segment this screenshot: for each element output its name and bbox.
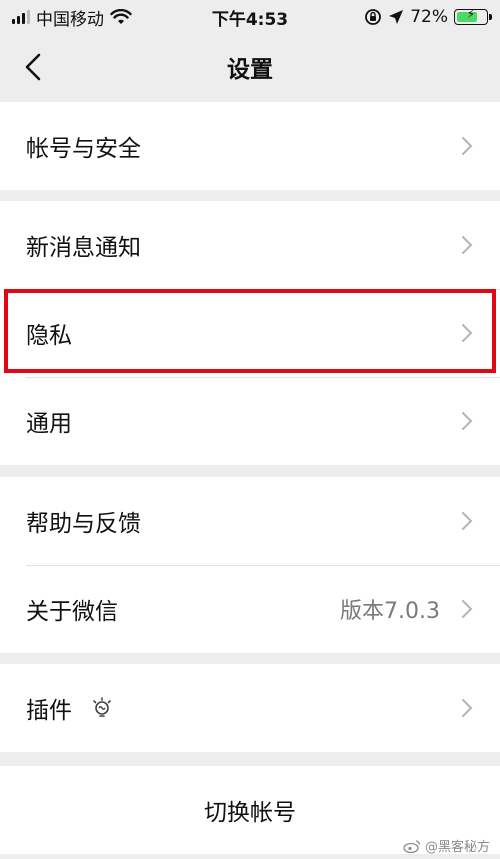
version-value: 版本7.0.3 [340,599,440,624]
switch-account-label: 切换帐号 [204,800,296,826]
settings-group-plugins: 插件 [0,664,500,752]
orientation-lock-icon [365,9,382,25]
settings-item-plugins[interactable]: 插件 [0,664,500,752]
settings-item-label: 新消息通知 [26,235,141,261]
lightbulb-icon [93,697,111,717]
settings-group-help: 帮助与反馈 关于微信 版本7.0.3 [0,477,500,653]
page-title: 设置 [227,57,273,83]
settings-item-label: 隐私 [26,323,72,349]
chevron-right-icon [462,412,473,430]
weibo-logo-icon [403,839,421,853]
settings-item-help-feedback[interactable]: 帮助与反馈 [0,477,500,565]
battery-icon: ⚡ [454,7,492,25]
settings-item-label: 通用 [26,411,72,437]
settings-item-notifications[interactable]: 新消息通知 [0,201,500,289]
signal-icon [12,10,30,24]
charging-icon: ⚡ [466,7,476,21]
settings-item-account-security[interactable]: 帐号与安全 [0,102,500,190]
chevron-right-icon [462,600,473,618]
weibo-watermark: @黑客秘方 [403,836,490,855]
chevron-right-icon [462,699,473,717]
settings-item-about[interactable]: 关于微信 版本7.0.3 [0,565,500,653]
settings-item-privacy[interactable]: 隐私 [0,289,500,377]
wifi-icon [110,9,132,24]
settings-group-account: 帐号与安全 [0,102,500,190]
chevron-right-icon [462,137,473,155]
watermark-text: @黑客秘方 [424,840,490,855]
nav-bar: 设置 [0,34,500,100]
settings-item-label: 插件 [26,698,72,724]
status-right: 72% ⚡ [364,7,492,27]
settings-item-label: 关于微信 [26,599,118,625]
back-button[interactable] [18,52,48,82]
settings-item-label: 帮助与反馈 [26,511,141,537]
settings-item-general[interactable]: 通用 [0,377,500,465]
battery-percent: 72% [410,7,448,27]
location-icon [389,10,404,24]
chevron-right-icon [462,512,473,530]
carrier-name: 中国移动 [36,9,104,30]
status-left: 中国移动 [12,5,132,30]
status-bar: 中国移动 下午4:53 72% ⚡ [0,0,500,34]
chevron-left-icon [25,53,41,81]
chevron-right-icon [462,236,473,254]
chevron-right-icon [462,324,473,342]
settings-item-label: 帐号与安全 [26,136,141,162]
settings-group-general: 新消息通知 隐私 通用 [0,201,500,465]
